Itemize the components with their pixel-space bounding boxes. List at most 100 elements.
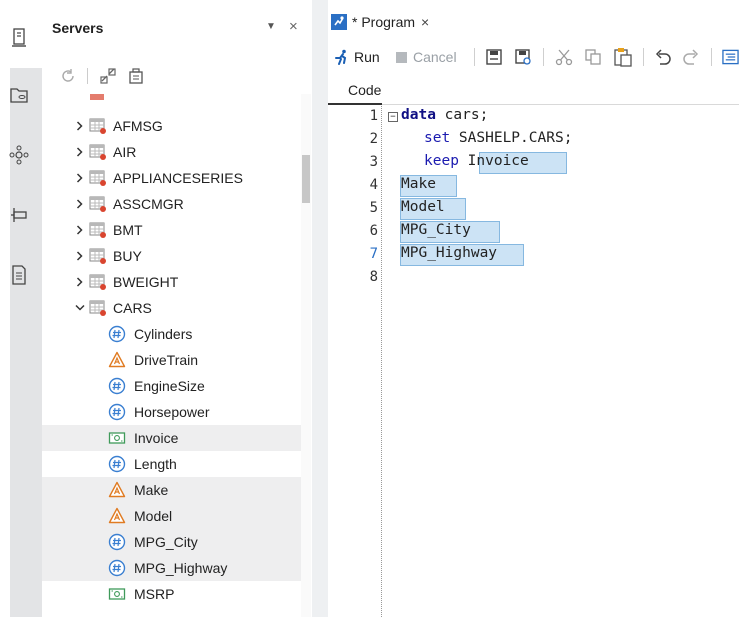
chevron-right-icon[interactable] <box>75 171 85 185</box>
tree-column-item[interactable]: Cylinders <box>42 321 302 347</box>
tree-column-item[interactable]: DriveTrain <box>42 347 302 373</box>
cancel-button[interactable]: Cancel <box>396 46 457 68</box>
code-line[interactable]: data cars; <box>401 107 488 123</box>
tree-table-item[interactable]: BUY <box>42 243 302 269</box>
line-number: 4 <box>369 177 378 193</box>
tree-table-item[interactable]: CARS <box>42 295 302 321</box>
undo-icon[interactable] <box>654 46 672 68</box>
tree-item-label: BMT <box>113 222 143 238</box>
tree-column-item[interactable]: Length <box>42 451 302 477</box>
tree-item-label: APPLIANCESERIES <box>113 170 243 186</box>
code-line[interactable]: MPG_Highway <box>401 245 497 261</box>
character-column-icon <box>108 351 126 369</box>
tree-item-label: ASSCMGR <box>113 196 184 212</box>
tree-item-label: AIR <box>113 144 137 160</box>
currency-column-icon <box>108 585 126 603</box>
chevron-right-icon[interactable] <box>75 223 85 237</box>
tree-item-label: MPG_Highway <box>134 560 228 576</box>
tree-table-item[interactable]: BMT <box>42 217 302 243</box>
table-icon <box>89 143 107 161</box>
tab-close-button[interactable]: × <box>421 14 429 30</box>
save-icon[interactable] <box>485 46 503 68</box>
tree-item-label: Length <box>134 456 177 472</box>
disconnect-icon[interactable] <box>98 66 118 86</box>
tree-table-item[interactable]: AFMSG <box>42 113 302 139</box>
run-icon <box>335 49 347 65</box>
libraries-icon[interactable] <box>8 84 30 106</box>
tree-item-label: EngineSize <box>134 378 205 394</box>
chevron-right-icon[interactable] <box>75 275 85 289</box>
table-icon <box>89 221 107 239</box>
refresh-icon[interactable] <box>58 66 78 86</box>
code-text-selected: Invoice <box>467 153 529 169</box>
code-line[interactable]: MPG_City <box>401 222 471 238</box>
line-number: 6 <box>369 223 378 239</box>
line-number: 3 <box>369 154 378 170</box>
tree-column-item[interactable]: Horsepower <box>42 399 302 425</box>
code-tab-active-indicator <box>328 103 382 105</box>
code-line[interactable]: set SASHELP.CARS; <box>424 130 572 146</box>
table-icon <box>89 247 107 265</box>
chevron-right-icon[interactable] <box>75 119 85 133</box>
paste-icon[interactable] <box>613 46 633 68</box>
tree-item-label: Horsepower <box>134 404 210 420</box>
table-icon <box>89 273 107 291</box>
table-icon <box>89 195 107 213</box>
cut-icon[interactable] <box>555 46 573 68</box>
server-tree: AFMSG AIR APPLIANCESERIES ASSCMGR BMT BUY BWEI… <box>42 94 302 617</box>
fold-toggle-icon[interactable]: − <box>388 112 398 122</box>
line-number: 2 <box>369 131 378 147</box>
tree-table-item[interactable]: ASSCMGR <box>42 191 302 217</box>
servers-panel: Servers ▼ × AFMSG AIR APPLIANCESERIES ASSCM… <box>42 0 312 617</box>
tree-item-label: CARS <box>113 300 152 316</box>
chevron-down-icon[interactable] <box>75 301 85 315</box>
tree-column-item[interactable]: MPG_Highway <box>42 555 302 581</box>
gutter-divider <box>381 106 382 617</box>
toolbar-separator <box>643 48 644 66</box>
tree-scrollbar-thumb[interactable] <box>302 155 310 203</box>
pane-divider[interactable] <box>312 0 328 617</box>
toolbar-separator <box>87 68 88 84</box>
format-code-icon[interactable] <box>722 46 739 68</box>
tab-code[interactable]: Code <box>348 82 381 98</box>
numeric-column-icon <box>108 403 126 421</box>
chevron-right-icon[interactable] <box>75 197 85 211</box>
server-icon[interactable] <box>8 27 30 49</box>
copy-icon[interactable] <box>584 46 602 68</box>
file-shortcut-icon[interactable] <box>8 264 30 286</box>
tree-table-item[interactable]: AIR <box>42 139 302 165</box>
tree-column-item[interactable]: EngineSize <box>42 373 302 399</box>
tree-table-item[interactable]: APPLIANCESERIES <box>42 165 302 191</box>
tree-item-label: MSRP <box>134 586 175 602</box>
run-button[interactable]: Run <box>334 46 380 68</box>
tree-column-item[interactable]: Make <box>42 477 302 503</box>
tree-table-item[interactable]: BWEIGHT <box>42 269 302 295</box>
tree-column-item[interactable]: Invoice <box>42 425 302 451</box>
server-properties-icon[interactable] <box>126 66 146 86</box>
table-icon <box>89 117 107 135</box>
code-tab-baseline <box>328 104 739 105</box>
tree-column-item[interactable]: MSRP <box>42 581 302 607</box>
toolbar-separator <box>711 48 712 66</box>
chevron-right-icon[interactable] <box>75 145 85 159</box>
chevron-right-icon[interactable] <box>75 249 85 263</box>
redo-icon[interactable] <box>682 46 700 68</box>
tree-column-item[interactable]: MPG_City <box>42 529 302 555</box>
line-number-current: 7 <box>369 246 378 262</box>
program-file-icon <box>331 14 347 30</box>
code-line[interactable]: Model <box>401 199 445 215</box>
character-column-icon <box>108 507 126 525</box>
tab-program[interactable]: * Program × <box>330 7 429 37</box>
tasks-icon[interactable] <box>8 144 30 166</box>
snippets-icon[interactable] <box>8 204 30 226</box>
code-line[interactable]: keep Invoice <box>424 153 529 169</box>
code-text: SASHELP.CARS; <box>450 130 573 146</box>
toolbar-separator <box>543 48 544 66</box>
tree-column-item[interactable]: Model <box>42 503 302 529</box>
panel-menu-button[interactable]: ▼ <box>266 21 276 32</box>
panel-close-button[interactable]: × <box>289 18 298 35</box>
numeric-column-icon <box>108 325 126 343</box>
save-as-icon[interactable] <box>514 46 532 68</box>
stop-icon <box>396 51 407 63</box>
code-line[interactable]: Make <box>401 176 436 192</box>
